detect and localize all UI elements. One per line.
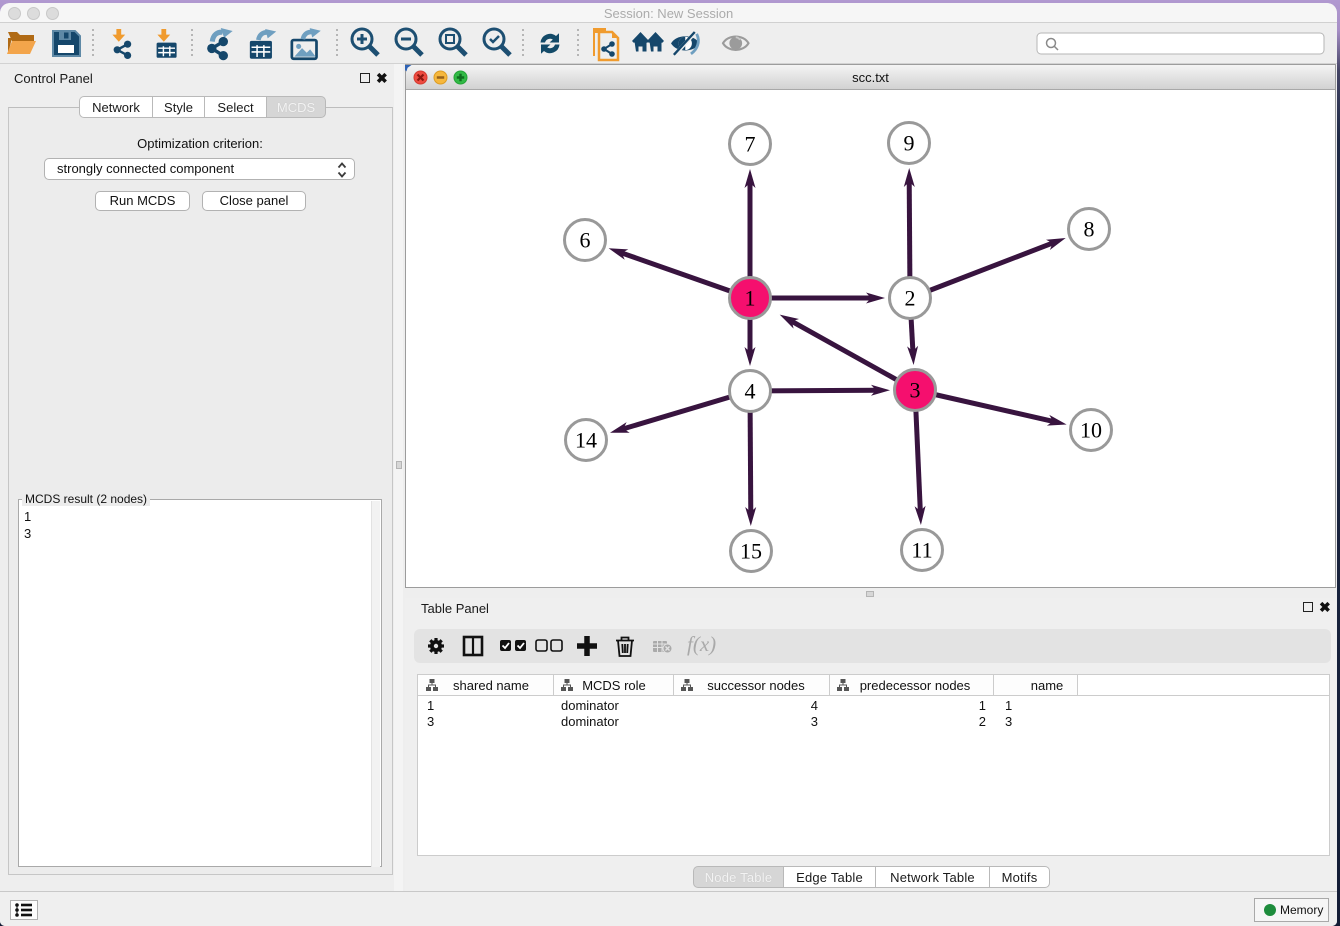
svg-text:7: 7 — [745, 132, 756, 157]
svg-text:3: 3 — [910, 378, 921, 403]
svg-text:8: 8 — [1084, 217, 1095, 242]
svg-text:2: 2 — [905, 286, 916, 311]
svg-text:4: 4 — [811, 698, 818, 713]
svg-text:predecessor nodes: predecessor nodes — [860, 678, 971, 693]
svg-text:name: name — [1031, 678, 1064, 693]
svg-text:3: 3 — [427, 714, 434, 729]
svg-text:14: 14 — [575, 428, 597, 453]
svg-text:1: 1 — [1005, 698, 1012, 713]
svg-text:dominator: dominator — [561, 698, 619, 713]
svg-text:1: 1 — [427, 698, 434, 713]
svg-text:4: 4 — [745, 379, 756, 404]
svg-text:successor nodes: successor nodes — [707, 678, 805, 693]
svg-text:11: 11 — [911, 538, 932, 563]
svg-text:MCDS role: MCDS role — [582, 678, 646, 693]
svg-text:1: 1 — [979, 698, 986, 713]
svg-text:1: 1 — [745, 286, 756, 311]
svg-text:6: 6 — [580, 228, 591, 253]
svg-text:10: 10 — [1080, 418, 1102, 443]
svg-text:2: 2 — [979, 714, 986, 729]
svg-text:3: 3 — [811, 714, 818, 729]
svg-text:shared name: shared name — [453, 678, 529, 693]
svg-text:dominator: dominator — [561, 714, 619, 729]
svg-text:15: 15 — [740, 539, 762, 564]
svg-text:f(x): f(x) — [687, 632, 716, 656]
svg-text:3: 3 — [1005, 714, 1012, 729]
svg-text:9: 9 — [904, 131, 915, 156]
